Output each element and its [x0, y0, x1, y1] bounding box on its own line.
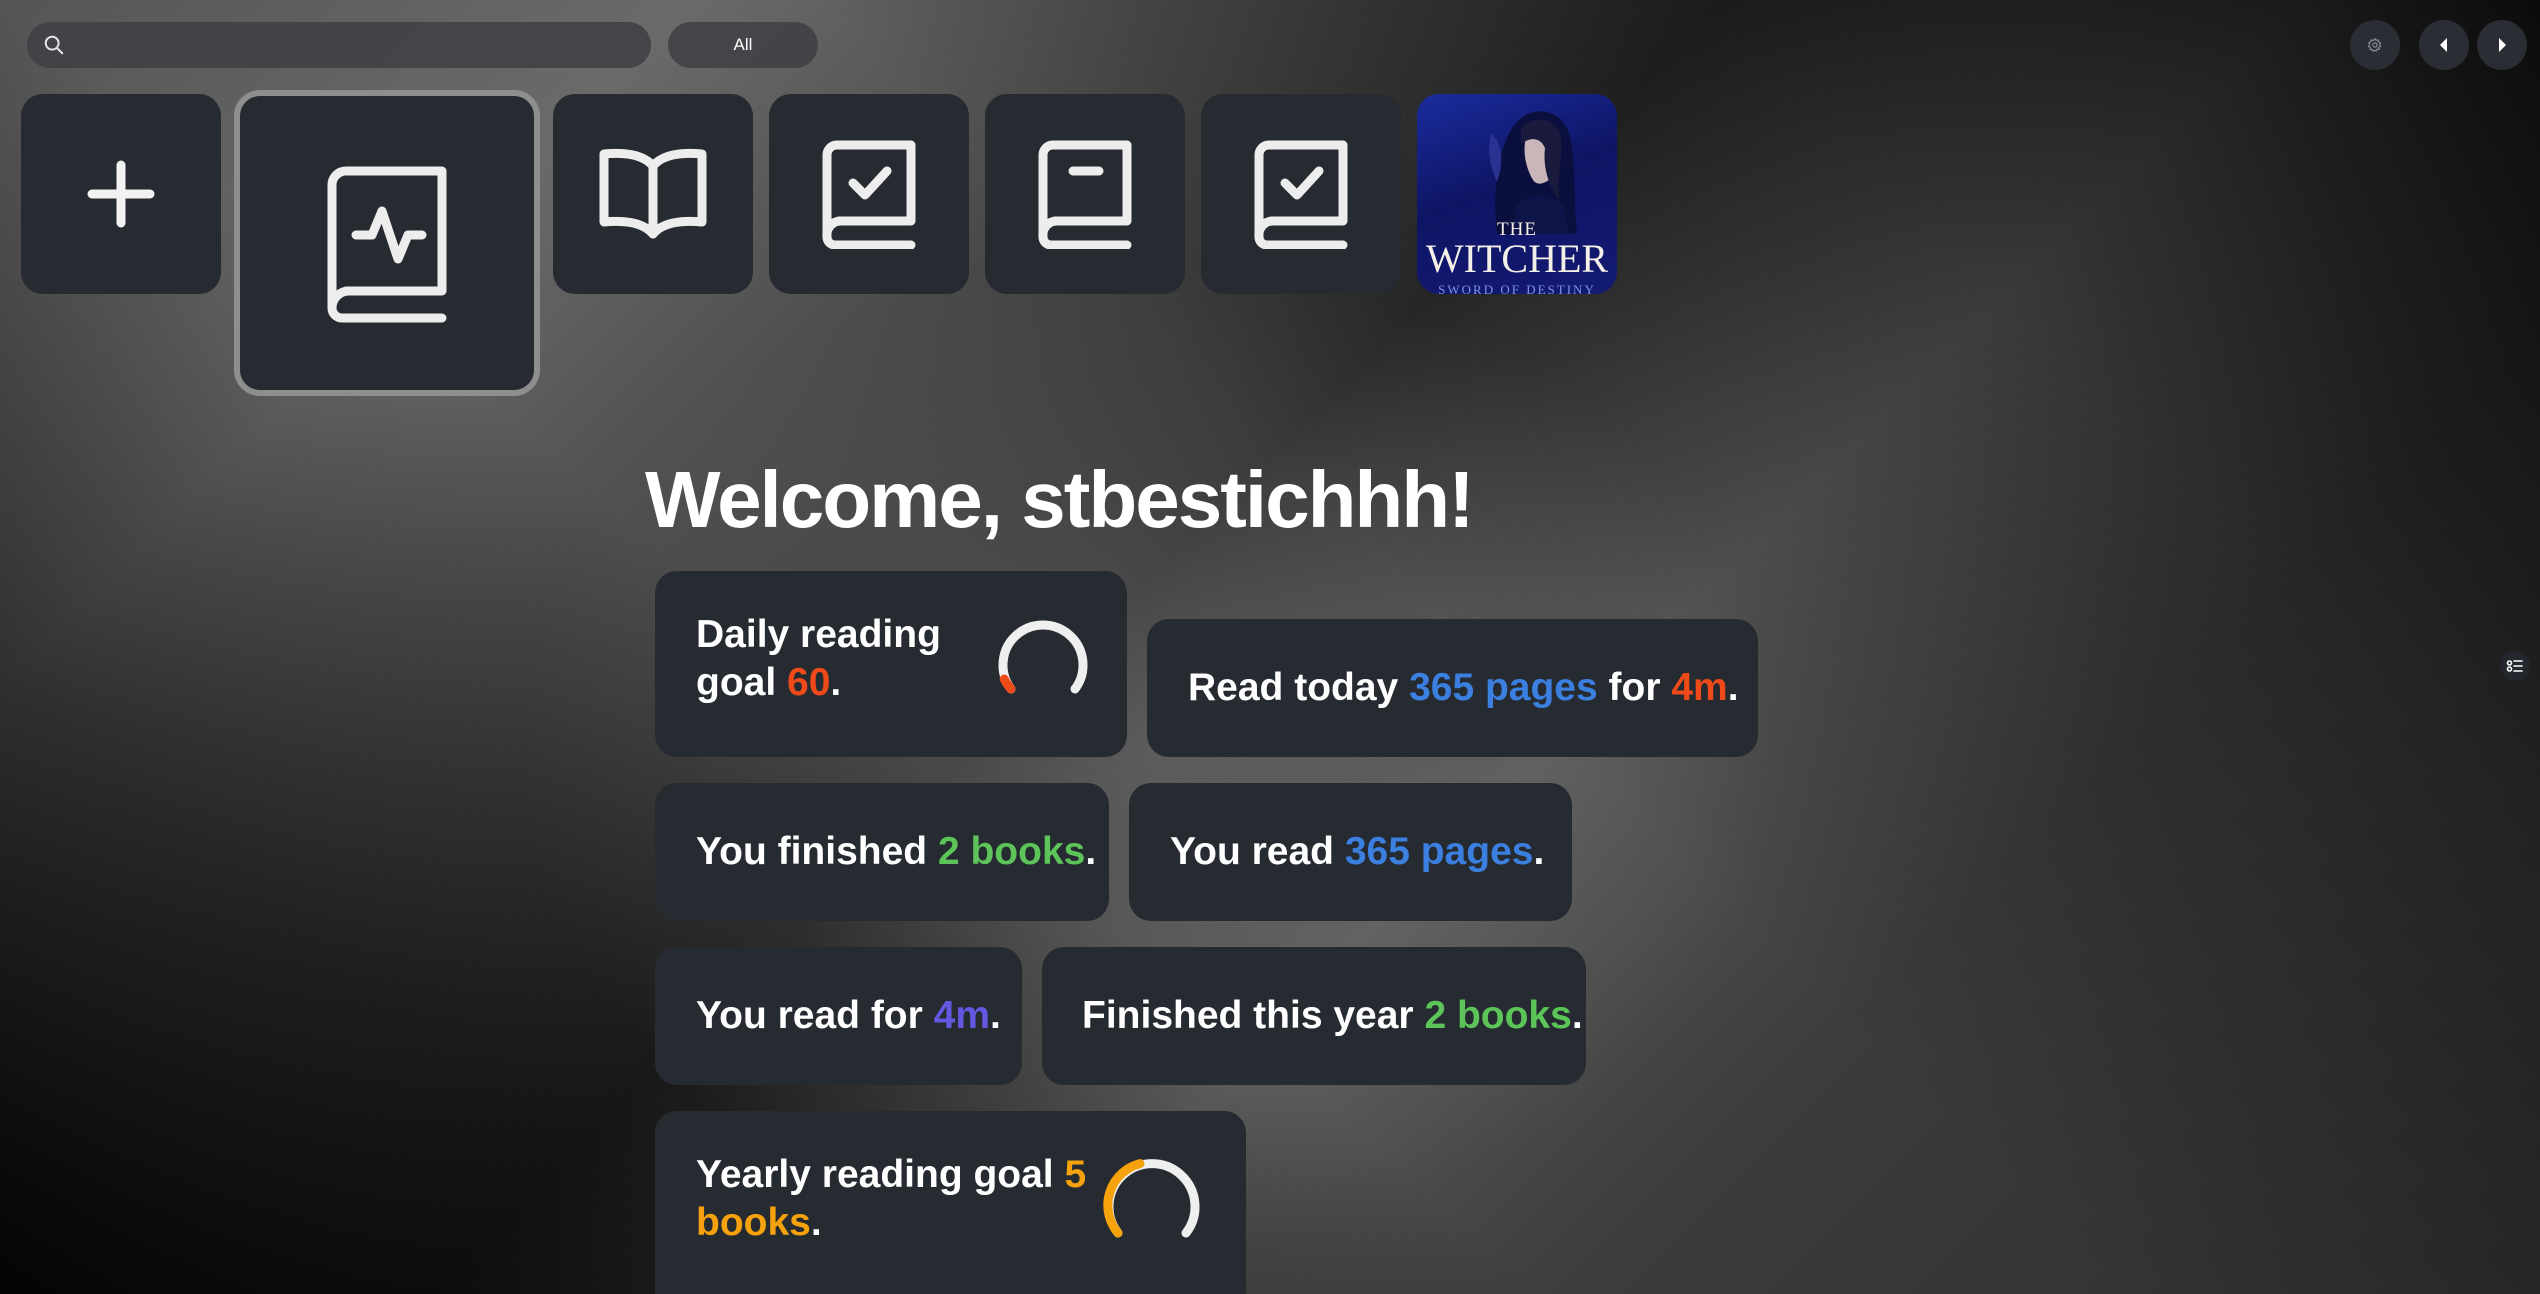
finished-this-year-card[interactable]: Finished this year 2 books. [1042, 947, 1586, 1085]
list-settings-icon [2506, 660, 2523, 672]
book-check-icon [1254, 140, 1348, 249]
add-book-tile[interactable] [21, 94, 221, 294]
finished-books-tile[interactable] [769, 94, 969, 294]
plus-icon [87, 160, 155, 228]
finished-this-year-text: Finished this year 2 books. [1082, 994, 1583, 1037]
pages-read-text: You read 365 pages. [1170, 830, 1545, 873]
daily-goal-progress-ring [998, 620, 1088, 694]
bookmarked-books-tile[interactable] [985, 94, 1185, 294]
yearly-goal-text: Yearly reading goal 5 books. [696, 1153, 1087, 1244]
previous-button[interactable] [2419, 20, 2469, 70]
next-button[interactable] [2477, 20, 2527, 70]
books-finished-card[interactable]: You finished 2 books. [655, 783, 1109, 921]
search-bar[interactable] [27, 22, 651, 68]
book-check-icon [822, 140, 916, 249]
daily-goal-text: Daily reading goal 60. [696, 613, 941, 704]
daily-goal-card[interactable]: Daily reading goal 60. [655, 571, 1127, 757]
search-input[interactable] [79, 31, 651, 59]
yearly-goal-progress-ring [1103, 1159, 1200, 1238]
read-today-text: Read today 365 pages for 4m. [1188, 666, 1739, 709]
time-read-card[interactable]: You read for 4m. [655, 947, 1022, 1085]
filter-label: All [733, 35, 753, 54]
caret-right-icon [2499, 38, 2506, 52]
filter-dropdown[interactable]: All [668, 22, 818, 68]
cover-title: WITCHER [1425, 236, 1609, 281]
time-read-text: You read for 4m. [696, 994, 1001, 1037]
yearly-goal-card[interactable]: Yearly reading goal 5 books. [655, 1111, 1246, 1294]
caret-left-icon [2440, 38, 2447, 52]
cover-subtitle: SWORD OF DESTINY [1438, 282, 1596, 294]
open-book-icon [599, 148, 707, 239]
side-panel-toggle[interactable] [2500, 651, 2530, 681]
yearly-goal-progress-arc [1103, 1159, 1145, 1238]
search-icon [44, 35, 64, 55]
gear-icon [2367, 37, 2382, 53]
book-activity-icon [327, 166, 447, 323]
pages-read-card[interactable]: You read 365 pages. [1129, 783, 1572, 921]
read-today-card[interactable]: Read today 365 pages for 4m. [1147, 619, 1758, 757]
book-bookmark-icon [1038, 140, 1132, 249]
daily-goal-progress-arc [999, 674, 1016, 694]
welcome-heading: Welcome, stbestichhh! [645, 455, 1475, 544]
reading-books-tile[interactable] [553, 94, 753, 294]
book-cover-witcher[interactable]: THE WITCHER SWORD OF DESTINY [1417, 94, 1617, 294]
reading-stats-tile[interactable] [234, 90, 540, 396]
completed-books-tile[interactable] [1201, 94, 1401, 294]
settings-button[interactable] [2350, 20, 2400, 70]
cover-portrait [1489, 111, 1577, 234]
books-finished-text: You finished 2 books. [696, 830, 1097, 873]
daily-goal-value: 60 [787, 661, 831, 704]
